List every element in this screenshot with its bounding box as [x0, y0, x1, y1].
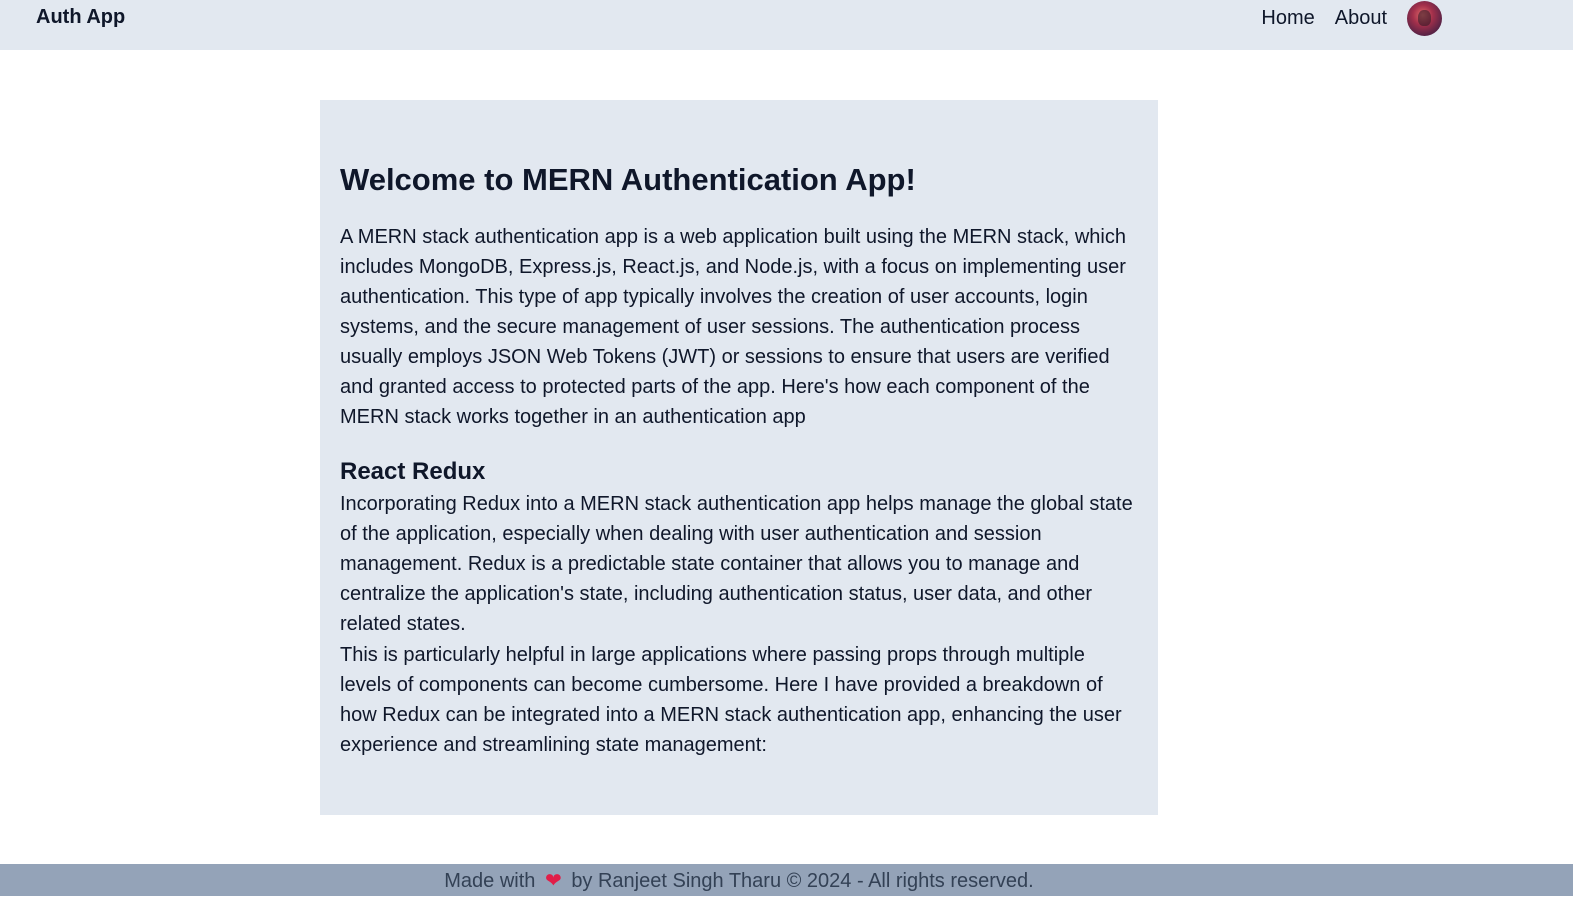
heart-icon: ❤ — [544, 870, 562, 892]
section-heading-react-redux: React Redux — [340, 458, 486, 485]
redux-paragraph-2: This is particularly helpful in large ap… — [340, 644, 1122, 756]
top-navbar: Auth App Home About — [0, 0, 1573, 50]
page-title: Welcome to MERN Authentication App! — [340, 162, 916, 197]
nav-links: Home About — [1261, 0, 1442, 36]
footer-prefix: Made with — [444, 870, 536, 892]
page-footer: Made with ❤ by Ranjeet Singh Tharu © 202… — [0, 864, 1573, 896]
nav-link-home[interactable]: Home — [1261, 7, 1314, 30]
brand-logo-text[interactable]: Auth App — [36, 6, 125, 29]
footer-credit: by Ranjeet Singh Tharu © 2024 - All righ… — [571, 870, 1034, 892]
redux-paragraph-1: Incorporating Redux into a MERN stack au… — [340, 493, 1133, 635]
welcome-card: Welcome to MERN Authentication App! A ME… — [320, 100, 1158, 815]
nav-link-about[interactable]: About — [1335, 7, 1387, 30]
profile-avatar[interactable] — [1407, 0, 1442, 36]
intro-paragraph: A MERN stack authentication app is a web… — [340, 226, 1126, 428]
